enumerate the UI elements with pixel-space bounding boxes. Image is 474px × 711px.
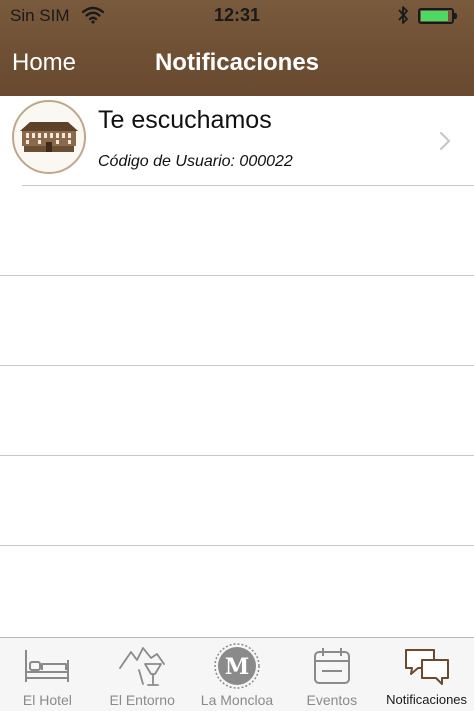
tab-label: La Moncloa: [200, 692, 274, 708]
moncloa-m-icon: M: [190, 643, 285, 689]
navigation-bar: Home Notificaciones: [0, 32, 474, 96]
battery-icon: [418, 8, 457, 24]
empty-row: [0, 186, 474, 276]
bluetooth-icon: [396, 4, 410, 31]
bed-icon: [0, 644, 95, 688]
notification-title: Te escuchamos: [98, 106, 272, 134]
status-bar: Sin SIM 12:31: [0, 0, 474, 32]
chevron-right-icon: [438, 130, 452, 157]
hotel-building-thumbnail: [12, 100, 86, 174]
tab-bar: El Hotel El Entorno M La Moncloa Eventos…: [0, 637, 474, 711]
mountains-drink-icon: [95, 644, 190, 688]
empty-row: [0, 276, 474, 366]
tab-label: Notificaciones: [386, 692, 468, 707]
tab-eventos[interactable]: Eventos: [284, 638, 379, 711]
tab-el-entorno[interactable]: El Entorno: [95, 638, 190, 711]
header: Sin SIM 12:31 Home Notificaciones: [0, 0, 474, 96]
battery-fill: [421, 11, 448, 21]
chat-bubbles-icon: [379, 644, 474, 688]
calendar-icon: [284, 644, 379, 688]
notification-row[interactable]: Te escuchamos Código de Usuario: 000022: [0, 96, 474, 186]
tab-el-hotel[interactable]: El Hotel: [0, 638, 95, 711]
svg-text:M: M: [225, 654, 249, 680]
row-divider: [0, 545, 474, 546]
empty-row: [0, 366, 474, 456]
notifications-list: Te escuchamos Código de Usuario: 000022: [0, 96, 474, 637]
page-title: Notificaciones: [154, 49, 320, 76]
tab-label: El Entorno: [109, 692, 175, 708]
notification-subtitle: Código de Usuario: 000022: [98, 153, 293, 170]
tab-notificaciones[interactable]: Notificaciones: [379, 638, 474, 711]
tab-label: Eventos: [306, 692, 358, 708]
battery-nub: [454, 13, 457, 19]
empty-row: [0, 456, 474, 546]
tab-label: El Hotel: [22, 692, 72, 708]
tab-la-moncloa[interactable]: M La Moncloa: [190, 638, 285, 711]
